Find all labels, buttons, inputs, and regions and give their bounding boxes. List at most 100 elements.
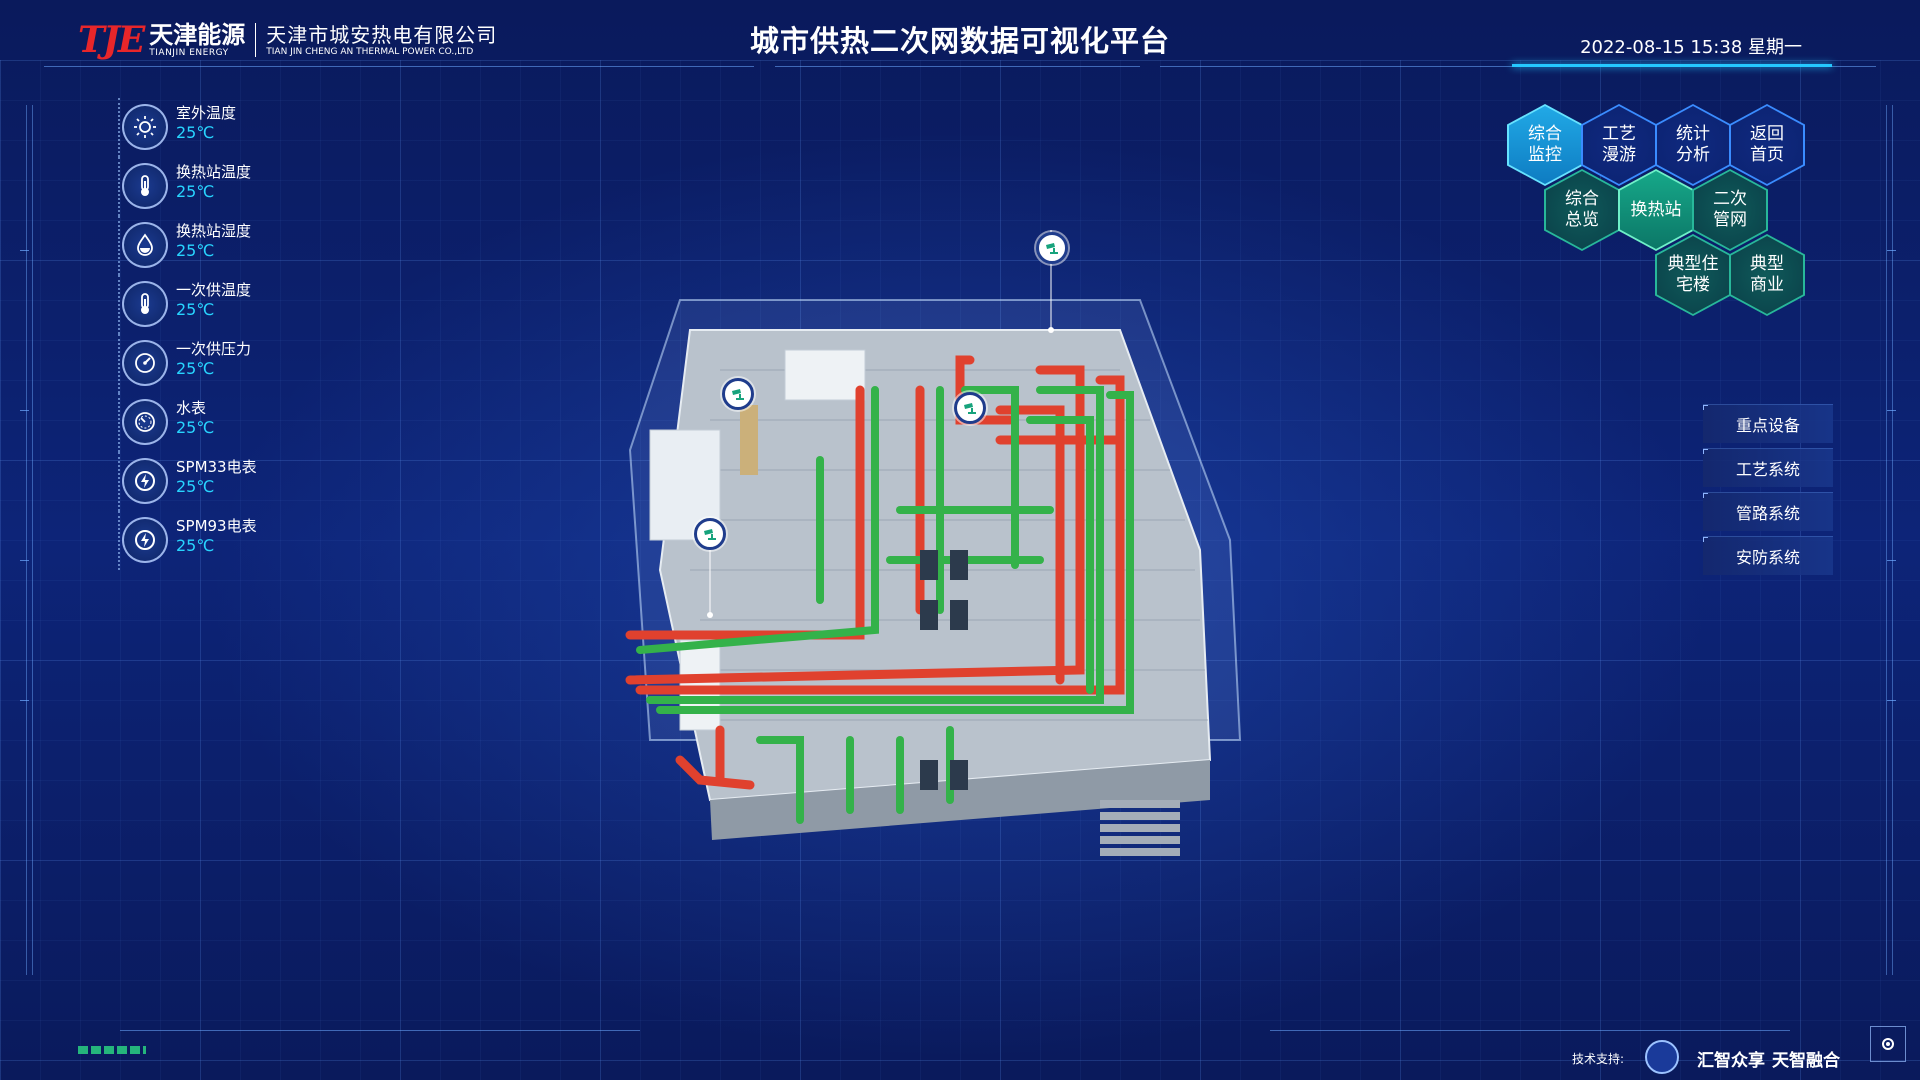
corner-mark xyxy=(1703,493,1708,498)
camera-icon xyxy=(704,529,716,540)
partner-logo-1: 汇智众享 xyxy=(1697,1051,1765,1071)
button-label: 工艺系统 xyxy=(1735,460,1800,479)
metric-spm93-meter: SPM93电表 25℃ xyxy=(118,511,338,570)
metric-value: 25℃ xyxy=(176,123,215,142)
partner-logo-2: 天智融合 xyxy=(1772,1051,1840,1071)
metric-value: 25℃ xyxy=(176,182,215,201)
right-rail xyxy=(1886,105,1887,975)
partner-seal-icon xyxy=(1645,1040,1679,1074)
metric-value: 25℃ xyxy=(176,536,215,555)
corner-mark xyxy=(1703,405,1708,410)
metric-primary-supply-pressure: 一次供压力 25℃ xyxy=(118,334,338,393)
metrics-panel: 室外温度 25℃ 换热站温度 25℃ 换热站湿度 25℃ 一次供温度 25℃ 一… xyxy=(118,98,338,570)
rail-tick xyxy=(1887,560,1896,561)
metric-label: 换热站湿度 xyxy=(176,222,252,240)
pipeline-system-button[interactable]: 管路系统 xyxy=(1703,492,1833,531)
metric-label: SPM33电表 xyxy=(176,458,257,476)
metric-divider xyxy=(118,511,122,570)
left-rail xyxy=(26,105,27,975)
nav-label: 统计分析 xyxy=(1676,124,1710,165)
metric-divider xyxy=(118,157,122,216)
nav-label: 典型住宅楼 xyxy=(1667,254,1719,295)
metric-divider xyxy=(118,275,122,334)
rail-tick xyxy=(1887,250,1896,251)
rail-tick xyxy=(20,560,29,561)
camera-marker[interactable] xyxy=(1036,232,1068,264)
security-system-button[interactable]: 安防系统 xyxy=(1703,536,1833,575)
camera-anchor xyxy=(707,612,713,618)
camera-anchor xyxy=(1048,327,1054,333)
header: TJE 天津能源 TIANJIN ENERGY 天津市城安热电有限公司 TIAN… xyxy=(0,0,1920,74)
support-label: 技术支持: xyxy=(1572,1052,1625,1066)
metric-outdoor-temp: 室外温度 25℃ xyxy=(118,98,338,157)
camera-icon xyxy=(1046,243,1058,254)
rail-tick xyxy=(20,700,29,701)
key-equipment-button[interactable]: 重点设备 xyxy=(1703,404,1833,443)
stairs xyxy=(1100,800,1180,856)
nav-label: 综合监控 xyxy=(1528,124,1562,165)
page-indicator[interactable] xyxy=(78,1046,146,1054)
button-label: 安防系统 xyxy=(1735,548,1800,567)
nav-label: 返回首页 xyxy=(1750,124,1784,165)
rail-tick xyxy=(20,410,29,411)
electrical-panel[interactable] xyxy=(784,349,866,401)
nav-label: 换热站 xyxy=(1630,199,1682,220)
power-icon xyxy=(122,517,168,563)
water-tank[interactable] xyxy=(679,639,721,731)
droplet-icon xyxy=(122,222,168,268)
screen: TJE 天津能源 TIANJIN ENERGY 天津市城安热电有限公司 TIAN… xyxy=(0,0,1920,1080)
thermometer-icon xyxy=(122,281,168,327)
process-system-button[interactable]: 工艺系统 xyxy=(1703,448,1833,487)
button-label: 管路系统 xyxy=(1735,504,1800,523)
power-icon xyxy=(122,458,168,504)
rail-tick xyxy=(1887,700,1896,701)
metric-divider xyxy=(118,452,122,511)
nav-label: 二次管网 xyxy=(1713,189,1747,230)
metric-value: 25℃ xyxy=(176,241,215,260)
button-label: 重点设备 xyxy=(1735,416,1800,435)
metric-station-humidity: 换热站湿度 25℃ xyxy=(118,216,338,275)
datetime: 2022-08-15 15:38 星期一 xyxy=(1580,37,1802,58)
header-line-mid xyxy=(775,66,1140,67)
metric-value: 25℃ xyxy=(176,418,215,437)
station-3d-model[interactable] xyxy=(620,220,1260,880)
nav-label: 典型商业 xyxy=(1750,254,1784,295)
thermometer-icon xyxy=(122,163,168,209)
meter-icon xyxy=(122,399,168,445)
camera-icon xyxy=(964,403,976,414)
metric-water-meter: 水表 25℃ xyxy=(118,393,338,452)
right-rail-inner xyxy=(1892,105,1893,975)
header-accent-bar xyxy=(1512,64,1832,67)
metric-divider xyxy=(118,334,122,393)
footer-line xyxy=(1270,1030,1790,1031)
corner-mark xyxy=(1703,449,1708,454)
rail-tick xyxy=(20,250,29,251)
fullscreen-button[interactable] xyxy=(1870,1026,1906,1062)
record-icon xyxy=(1882,1038,1894,1050)
sun-icon xyxy=(122,104,168,150)
rail-tick xyxy=(1887,410,1896,411)
metric-primary-supply-temp: 一次供温度 25℃ xyxy=(118,275,338,334)
metric-divider xyxy=(118,216,122,275)
nav-label: 综合总览 xyxy=(1565,189,1599,230)
metric-station-temp: 换热站温度 25℃ xyxy=(118,157,338,216)
camera-marker[interactable] xyxy=(694,518,726,550)
metric-label: 一次供压力 xyxy=(176,340,252,358)
softener-tank[interactable] xyxy=(740,405,758,475)
corner-mark xyxy=(1703,537,1708,542)
nav-label: 工艺漫游 xyxy=(1602,124,1636,165)
metric-label: SPM93电表 xyxy=(176,517,257,535)
camera-marker[interactable] xyxy=(722,378,754,410)
metric-label: 室外温度 xyxy=(176,104,237,122)
left-rail-inner xyxy=(32,105,33,975)
metric-label: 换热站温度 xyxy=(176,163,252,181)
metric-divider xyxy=(118,393,122,452)
metric-value: 25℃ xyxy=(176,477,215,496)
metric-label: 一次供温度 xyxy=(176,281,252,299)
footer-line xyxy=(120,1030,640,1031)
camera-icon xyxy=(732,389,744,400)
metric-value: 25℃ xyxy=(176,300,215,319)
metric-value: 25℃ xyxy=(176,359,215,378)
metric-label: 水表 xyxy=(176,399,207,417)
camera-marker[interactable] xyxy=(954,392,986,424)
